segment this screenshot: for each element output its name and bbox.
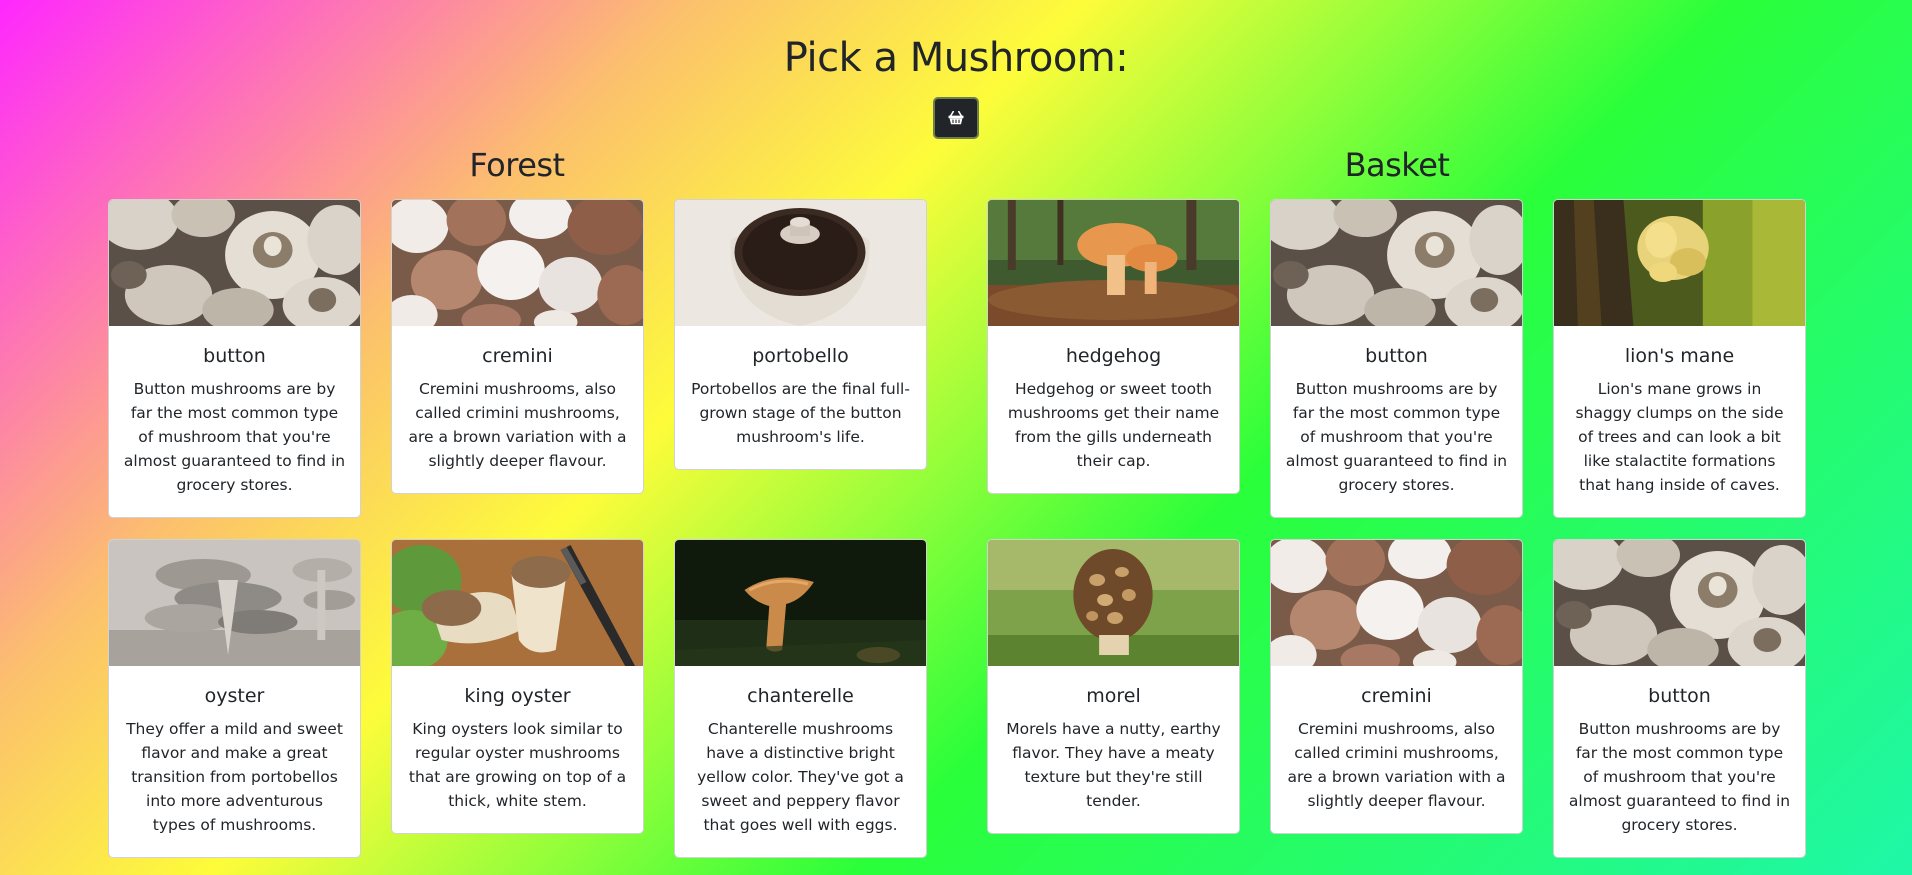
card-title: button <box>203 345 266 367</box>
basket-card-lions-mane[interactable]: lion's mane Lion's mane grows in shaggy … <box>1553 199 1806 518</box>
card-title: morel <box>1086 685 1141 707</box>
basket-card-hedgehog[interactable]: hedgehog Hedgehog or sweet tooth mushroo… <box>987 199 1240 494</box>
card-title: oyster <box>204 685 265 707</box>
forest-card-button[interactable]: button Button mushrooms are by far the m… <box>108 199 361 518</box>
forest-card-cremini[interactable]: cremini Cremini mushrooms, also called c… <box>391 199 644 494</box>
mushroom-image-morel <box>988 540 1239 666</box>
card-description: King oysters look similar to regular oys… <box>408 720 627 810</box>
basket-button[interactable] <box>933 97 979 139</box>
card-description: Hedgehog or sweet tooth mushrooms get th… <box>1007 380 1220 470</box>
card-description: Cremini mushrooms, also called crimini m… <box>1287 720 1506 810</box>
card-description: They offer a mild and sweet flavor and m… <box>126 720 343 834</box>
card-title: portobello <box>752 345 849 367</box>
card-title: lion's mane <box>1624 345 1735 367</box>
forest-card-oyster[interactable]: oyster They offer a mild and sweet flavo… <box>108 539 361 858</box>
basket-card-button[interactable]: button Button mushrooms are by far the m… <box>1270 199 1523 518</box>
forest-card-chanterelle[interactable]: chanterelle Chanterelle mushrooms have a… <box>674 539 927 858</box>
card-title: cremini <box>1361 685 1432 707</box>
card-title: king oyster <box>464 685 571 707</box>
basket-card-morel[interactable]: morel Morels have a nutty, earthy flavor… <box>987 539 1240 834</box>
basket-heading: Basket <box>1344 146 1450 184</box>
card-description: Lion's mane grows in shaggy clumps on th… <box>1575 380 1784 494</box>
card-description: Chanterelle mushrooms have a distinctive… <box>697 720 904 834</box>
basket-icon <box>948 111 964 125</box>
page-title: Pick a Mushroom: <box>783 35 1129 81</box>
card-title: chanterelle <box>747 685 854 707</box>
forest-card-king-oyster[interactable]: king oyster King oysters look similar to… <box>391 539 644 834</box>
mushroom-image-lions-mane <box>1554 200 1805 326</box>
mushroom-image-button <box>1554 540 1805 666</box>
card-description: Button mushrooms are by far the most com… <box>1568 720 1791 834</box>
mushroom-image-button <box>1271 200 1522 326</box>
forest-heading: Forest <box>469 146 565 184</box>
mushroom-image-oyster <box>109 540 360 666</box>
mushroom-image-button <box>109 200 360 326</box>
card-description: Cremini mushrooms, also called crimini m… <box>408 380 627 470</box>
card-title: button <box>1648 685 1711 707</box>
card-title: button <box>1365 345 1428 367</box>
basket-card-cremini[interactable]: cremini Cremini mushrooms, also called c… <box>1270 539 1523 834</box>
mushroom-image-chanterelle <box>675 540 926 666</box>
card-description: Morels have a nutty, earthy flavor. They… <box>1006 720 1221 810</box>
card-title: cremini <box>482 345 553 367</box>
card-description: Portobellos are the final full-grown sta… <box>691 380 910 446</box>
card-title: hedgehog <box>1065 345 1162 367</box>
mushroom-image-cremini <box>392 200 643 326</box>
mushroom-image-hedgehog <box>988 200 1239 326</box>
forest-card-portobello[interactable]: portobello Portobellos are the final ful… <box>674 199 927 470</box>
basket-card-button[interactable]: button Button mushrooms are by far the m… <box>1553 539 1806 858</box>
mushroom-image-portobello <box>675 200 926 326</box>
card-description: Button mushrooms are by far the most com… <box>123 380 346 494</box>
card-description: Button mushrooms are by far the most com… <box>1285 380 1508 494</box>
mushroom-image-cremini <box>1271 540 1522 666</box>
mushroom-image-king-oyster <box>392 540 643 666</box>
